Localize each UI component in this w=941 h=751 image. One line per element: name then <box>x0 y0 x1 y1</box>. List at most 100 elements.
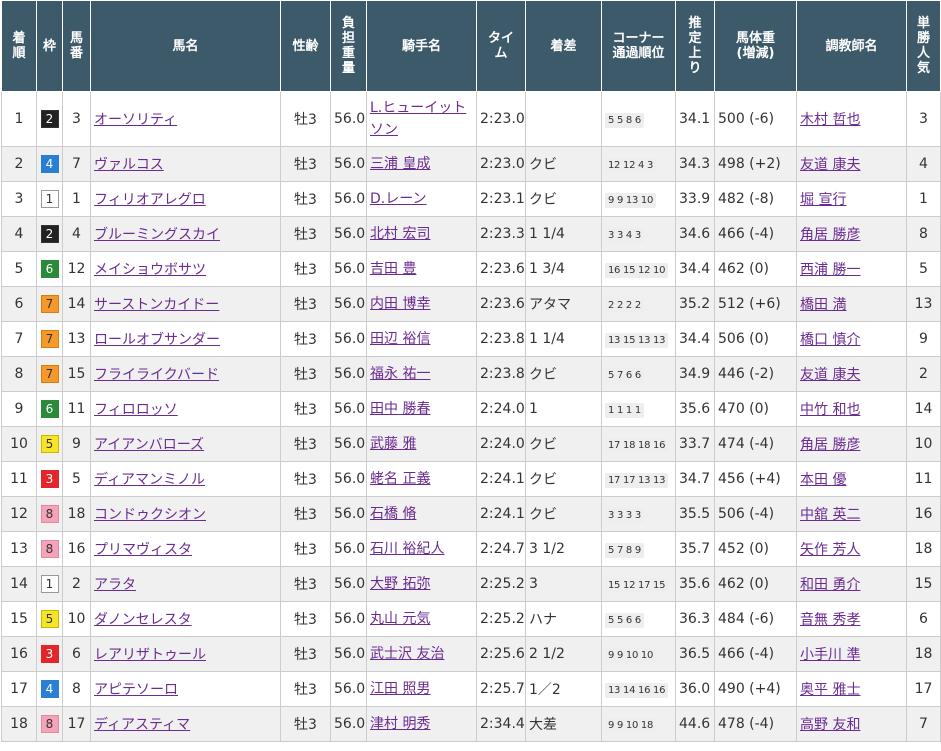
trainer-link[interactable]: 中竹 和也 <box>800 402 860 418</box>
waku-badge: 4 <box>40 680 59 698</box>
trainer-link[interactable]: 橋口 慎介 <box>800 332 860 348</box>
horse-name-cell: ヴァルコス <box>90 146 281 182</box>
jockey-link[interactable]: 丸山 元気 <box>370 611 430 627</box>
horse-name-link[interactable]: サーストンカイドー <box>94 297 219 313</box>
time-cell: 2:25.7 <box>476 671 526 707</box>
trainer-link[interactable]: 西浦 勝一 <box>800 262 860 278</box>
horse-name-link[interactable]: メイショウボサツ <box>94 262 206 278</box>
corner-cell: 2 2 2 2 <box>601 286 676 322</box>
horse-name-link[interactable]: コンドゥクシオン <box>94 507 206 523</box>
jockey-link[interactable]: 江田 照男 <box>370 681 430 697</box>
table-row: 13 8 16 プリマヴィスタ 牡3 56.0 石川 裕紀人 2:24.7 3 1/2 5 7 8… <box>1 531 941 567</box>
waku-badge: 2 <box>40 225 59 243</box>
jockey-cell: 吉田 豊 <box>366 251 477 287</box>
trainer-link[interactable]: 角居 勝彦 <box>800 437 860 453</box>
jockey-link[interactable]: 田辺 裕信 <box>370 331 430 347</box>
waku-cell: 3 <box>36 636 63 672</box>
waku-badge: 1 <box>40 575 59 593</box>
popularity-cell: 11 <box>906 461 941 497</box>
jockey-link[interactable]: 内田 博幸 <box>370 296 430 312</box>
horse-name-link[interactable]: ディアマンミノル <box>94 472 205 488</box>
horse-name-link[interactable]: フィロロッソ <box>94 402 178 418</box>
umaban-cell: 2 <box>62 566 91 602</box>
jockey-cell: 武士沢 友治 <box>366 636 477 672</box>
corner-positions: 5 7 8 9 <box>605 542 644 558</box>
horse-name-link[interactable]: フィリオアレグロ <box>94 192 206 208</box>
popularity-cell: 10 <box>906 426 941 462</box>
horse-name-link[interactable]: アピテソーロ <box>94 682 178 698</box>
popularity-cell: 16 <box>906 496 941 532</box>
horse-name-link[interactable]: オーソリティ <box>94 112 177 128</box>
waku-cell: 2 <box>36 216 63 252</box>
horse-name-link[interactable]: アラタ <box>94 577 136 593</box>
jockey-link[interactable]: D.レーン <box>370 191 427 207</box>
jockey-link[interactable]: 大野 拓弥 <box>370 576 430 592</box>
trainer-link[interactable]: 木村 哲也 <box>800 112 860 128</box>
trainer-link[interactable]: 音無 秀孝 <box>800 612 860 628</box>
horse-name-link[interactable]: ブルーミングスカイ <box>94 227 220 243</box>
margin-cell: アタマ <box>525 286 602 322</box>
waku-badge: 8 <box>40 505 59 523</box>
table-row: 14 1 2 アラタ 牡3 56.0 大野 拓弥 2:25.2 3 15 12 17 15 35.6… <box>1 566 941 602</box>
waku-badge: 5 <box>40 435 59 453</box>
trainer-link[interactable]: 奥平 雅士 <box>800 682 860 698</box>
horse-name-link[interactable]: ロールオブサンダー <box>94 332 220 348</box>
horse-name-link[interactable]: フライライクバード <box>94 367 219 383</box>
weight-cell: 56.0 <box>330 216 367 252</box>
trainer-link[interactable]: 小手川 準 <box>800 647 860 663</box>
horse-name-cell: フィロロッソ <box>90 391 281 427</box>
jockey-link[interactable]: 福永 祐一 <box>370 366 430 382</box>
jockey-link[interactable]: 三浦 皇成 <box>370 156 430 172</box>
horse-name-cell: ディアスティマ <box>90 706 281 742</box>
margin-cell: 2 1/2 <box>525 636 602 672</box>
umaban-cell: 14 <box>62 286 91 322</box>
table-row: 11 3 5 ディアマンミノル 牡3 56.0 蛯名 正義 2:24.1 クビ 17 17 13 … <box>1 461 941 497</box>
trainer-link[interactable]: 矢作 芳人 <box>800 542 860 558</box>
trainer-link[interactable]: 中舘 英二 <box>800 507 860 523</box>
jockey-link[interactable]: 武藤 雅 <box>370 436 416 452</box>
jockey-link[interactable]: 吉田 豊 <box>370 261 416 277</box>
horse-name-cell: ダノンセレスタ <box>90 601 281 637</box>
horse-name-link[interactable]: レアリザトゥール <box>94 647 206 663</box>
waku-cell: 1 <box>36 566 63 602</box>
horse-name-link[interactable]: ダノンセレスタ <box>94 612 192 628</box>
jockey-link[interactable]: 武士沢 友治 <box>370 646 444 662</box>
jockey-link[interactable]: 北村 宏司 <box>370 226 430 242</box>
trainer-link[interactable]: 和田 勇介 <box>800 577 860 593</box>
jockey-link[interactable]: 蛯名 正義 <box>370 471 430 487</box>
waku-cell: 6 <box>36 391 63 427</box>
jockey-link[interactable]: 石川 裕紀人 <box>370 541 444 557</box>
header-margin: 着差 <box>525 0 602 92</box>
trainer-link[interactable]: 高野 友和 <box>800 717 860 733</box>
trainer-link[interactable]: 橋田 満 <box>800 297 846 313</box>
horse-name-link[interactable]: プリマヴィスタ <box>94 542 192 558</box>
trainer-link[interactable]: 友道 康夫 <box>800 367 860 383</box>
corner-positions: 2 2 2 2 <box>605 297 644 313</box>
trainer-link[interactable]: 角居 勝彦 <box>800 227 860 243</box>
time-cell: 2:24.1 <box>476 461 526 497</box>
jockey-link[interactable]: L.ヒューイットソン <box>370 100 466 138</box>
horse-name-link[interactable]: ディアスティマ <box>94 717 190 733</box>
jockey-link[interactable]: 石橋 脩 <box>370 506 416 522</box>
sex-age-cell: 牡3 <box>280 601 331 637</box>
trainer-link[interactable]: 本田 優 <box>800 472 846 488</box>
corner-cell: 9 9 10 10 <box>601 636 676 672</box>
horse-weight-cell: 456 (+4) <box>714 461 797 497</box>
waku-cell: 4 <box>36 146 63 182</box>
trainer-link[interactable]: 堀 宣行 <box>800 192 846 208</box>
trainer-link[interactable]: 友道 康夫 <box>800 157 860 173</box>
trainer-cell: 音無 秀孝 <box>796 601 907 637</box>
sex-age-cell: 牡3 <box>280 496 331 532</box>
margin-cell: 1 3/4 <box>525 251 602 287</box>
horse-weight-cell: 490 (+4) <box>714 671 797 707</box>
corner-positions: 15 12 17 15 <box>605 577 669 593</box>
last3f-cell: 36.5 <box>675 636 715 672</box>
horse-name-link[interactable]: ヴァルコス <box>94 157 164 173</box>
horse-name-cell: ロールオブサンダー <box>90 321 281 357</box>
jockey-link[interactable]: 津村 明秀 <box>370 716 430 732</box>
jockey-link[interactable]: 田中 勝春 <box>370 401 430 417</box>
corner-cell: 13 14 16 16 <box>601 671 676 707</box>
sex-age-cell: 牡3 <box>280 146 331 182</box>
horse-name-link[interactable]: アイアンバローズ <box>94 437 204 453</box>
table-row: 12 8 18 コンドゥクシオン 牡3 56.0 石橋 脩 2:24.1 クビ 3 3 3 3 35… <box>1 496 941 532</box>
